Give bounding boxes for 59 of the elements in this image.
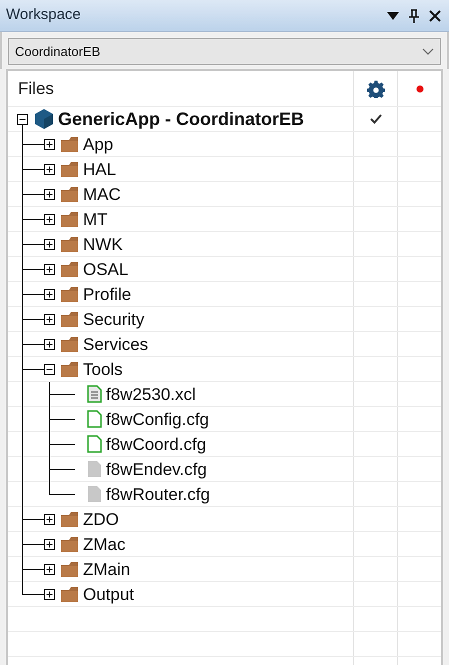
- expand-icon[interactable]: [44, 339, 55, 350]
- folder-icon: [60, 236, 79, 253]
- close-icon[interactable]: [429, 10, 441, 22]
- folder-name[interactable]: Services: [83, 334, 148, 355]
- file-name[interactable]: f8wRouter.cfg: [106, 484, 210, 505]
- folder-name[interactable]: ZMain: [83, 559, 130, 580]
- folder-name[interactable]: Tools: [83, 359, 123, 380]
- folder-icon: [60, 311, 79, 328]
- folder-icon: [60, 286, 79, 303]
- folder-icon: [60, 586, 79, 603]
- expand-icon[interactable]: [44, 264, 55, 275]
- pin-icon[interactable]: [409, 8, 419, 22]
- folder-icon: [60, 261, 79, 278]
- chevron-icon: [422, 48, 434, 55]
- column-header[interactable]: Files: [18, 76, 54, 102]
- expand-icon[interactable]: [44, 539, 55, 550]
- expand-icon[interactable]: [44, 164, 55, 175]
- settings-icon[interactable]: [366, 80, 384, 98]
- project-name[interactable]: GenericApp - CoordinatorEB: [58, 109, 304, 130]
- window-title: Workspace: [6, 5, 81, 26]
- folder-name[interactable]: MAC: [83, 184, 121, 205]
- cube-icon: [35, 109, 53, 129]
- file-name[interactable]: f8wEndev.cfg: [106, 459, 207, 480]
- folder-name[interactable]: Profile: [83, 284, 132, 305]
- expand-icon[interactable]: [44, 139, 55, 150]
- folder-icon: [60, 361, 79, 378]
- folder-name[interactable]: Security: [83, 309, 144, 330]
- file-name[interactable]: f8wCoord.cfg: [106, 434, 206, 455]
- folder-name[interactable]: ZMac: [83, 534, 126, 555]
- folder-name[interactable]: Output: [83, 584, 134, 605]
- dropdown-icon[interactable]: [387, 12, 399, 20]
- folder-name[interactable]: OSAL: [83, 259, 128, 280]
- expand-icon[interactable]: [44, 289, 55, 300]
- folder-icon: [60, 161, 79, 178]
- collapse-icon[interactable]: [17, 114, 28, 125]
- folder-icon: [60, 336, 79, 353]
- folder-name[interactable]: MT: [83, 209, 108, 230]
- folder-icon: [60, 136, 79, 153]
- folder-icon: [60, 536, 79, 553]
- folder-name[interactable]: NWK: [83, 234, 123, 255]
- folder-icon: [60, 511, 79, 528]
- expand-icon[interactable]: [44, 564, 55, 575]
- collapse-icon[interactable]: [44, 364, 55, 375]
- expand-icon[interactable]: [44, 514, 55, 525]
- configuration-dropdown[interactable]: CoordinatorEB: [8, 38, 441, 65]
- folder-name[interactable]: App: [83, 134, 114, 155]
- expand-icon[interactable]: [44, 589, 55, 600]
- file-name[interactable]: f8w2530.xcl: [106, 384, 196, 405]
- expand-icon[interactable]: [44, 239, 55, 250]
- expand-icon[interactable]: [44, 189, 55, 200]
- breakpoint-dot-icon[interactable]: [416, 84, 424, 92]
- folder-icon: [60, 561, 79, 578]
- folder-name[interactable]: HAL: [83, 159, 116, 180]
- expand-icon[interactable]: [44, 214, 55, 225]
- file-name[interactable]: f8wConfig.cfg: [106, 409, 209, 430]
- expand-icon[interactable]: [44, 314, 55, 325]
- folder-name[interactable]: ZDO: [83, 509, 119, 530]
- folder-icon: [60, 211, 79, 228]
- folder-icon: [60, 186, 79, 203]
